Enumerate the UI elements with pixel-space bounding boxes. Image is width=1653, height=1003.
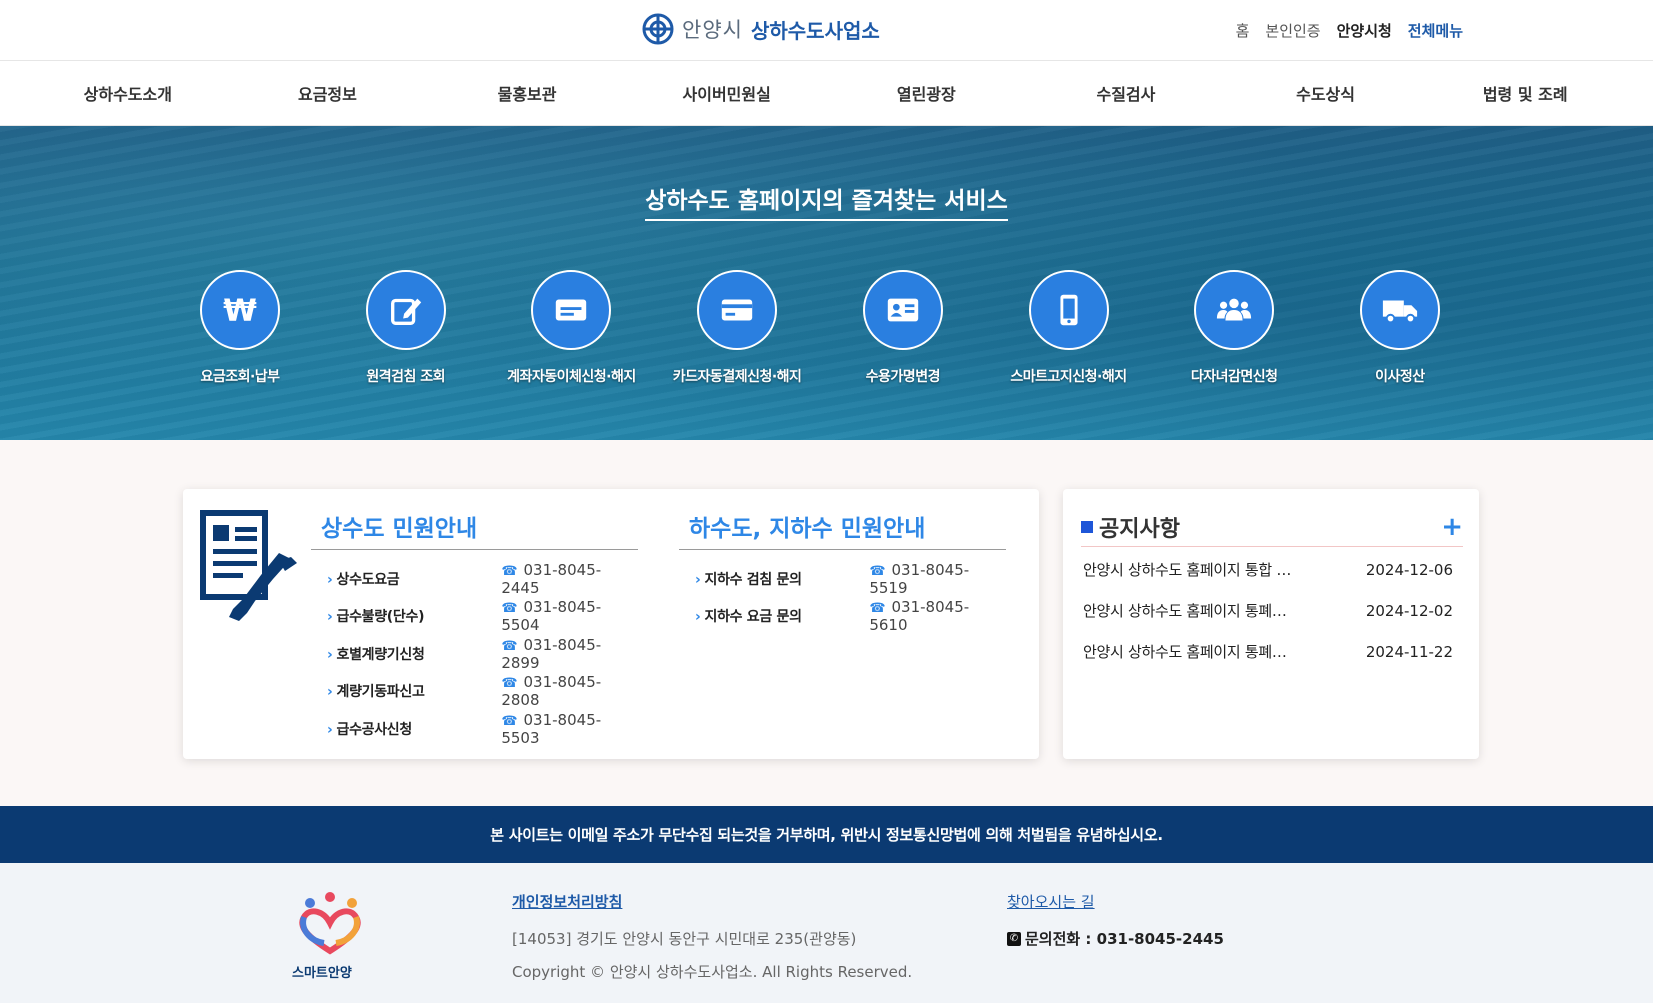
- service-account-transfer[interactable]: 계좌자동이체신청·해지: [491, 270, 651, 386]
- nav-item-open-square[interactable]: 열린광장: [827, 61, 1027, 125]
- main-navigation: 상하수도소개 요금정보 물홍보관 사이버민원실 열린광장 수질검사 수도상식 법…: [0, 60, 1653, 126]
- footer-address: [14053] 경기도 안양시 동안구 시민대로 235(관양동): [512, 930, 857, 948]
- truck-icon: [1382, 300, 1418, 324]
- anyang-emblem-icon: [642, 13, 674, 45]
- service-name-change[interactable]: 수용가명변경: [823, 270, 983, 386]
- service-smart-notice[interactable]: 스마트고지신청·해지: [989, 270, 1149, 386]
- svg-text:₩: ₩: [223, 293, 257, 328]
- credit-card-icon: [721, 299, 753, 321]
- phone-icon: ☎: [501, 638, 518, 654]
- civil-service-guide-card: 상수도 민원안내 상수도요금☎031-8045-2445 급수불량(단수)☎03…: [183, 489, 1039, 759]
- document-phone-icon: [200, 510, 297, 621]
- service-fee-payment[interactable]: ₩ 요금조회·납부: [160, 270, 320, 386]
- smart-anyang-emblem-icon: [299, 892, 361, 955]
- edit-icon: [390, 298, 421, 325]
- won-icon: ₩: [223, 293, 257, 328]
- water-supply-title: 상수도 민원안내: [311, 509, 638, 550]
- service-multichild-discount[interactable]: 다자녀감면신청: [1154, 270, 1314, 386]
- nav-item-intro[interactable]: 상하수도소개: [28, 61, 228, 125]
- phone-icon: ☎: [501, 563, 518, 579]
- notice-header: 공지사항 +: [1081, 507, 1463, 547]
- nav-item-law[interactable]: 법령 및 조례: [1425, 61, 1625, 125]
- list-item: 지하수 검침 문의☎031-8045-5519: [679, 560, 1006, 598]
- notice-item[interactable]: 안양시 상하수도 홈페이지 통폐… 2024-11-22: [1083, 631, 1453, 672]
- sewer-groundwater-guide: 하수도, 지하수 민원안내 지하수 검침 문의☎031-8045-5519 지하…: [679, 509, 1006, 635]
- favorite-services-banner: 상하수도 홈페이지의 즐겨찾는 서비스 ₩ 요금조회·납부 원격검침 조회 계좌…: [0, 126, 1653, 440]
- util-allmenu-link[interactable]: 전체메뉴: [1408, 20, 1463, 41]
- logo-city-name: 안양시: [682, 18, 743, 42]
- phone-icon: ☎: [501, 713, 518, 729]
- nav-item-water-knowledge[interactable]: 수도상식: [1226, 61, 1426, 125]
- notice-title: 공지사항: [1099, 516, 1180, 542]
- utility-links: 홈 본인인증 안양시청 전체메뉴: [1236, 20, 1463, 41]
- sewer-title: 하수도, 지하수 민원안내: [679, 509, 1006, 550]
- notice-item[interactable]: 안양시 상하수도 홈페이지 통폐… 2024-12-02: [1083, 590, 1453, 631]
- phone-icon: ☎: [501, 601, 518, 617]
- phone-icon: ✆: [1007, 931, 1021, 946]
- site-footer: 스마트안양 개인정보처리방침 [14053] 경기도 안양시 동안구 시민대로 …: [0, 863, 1653, 1003]
- water-supply-guide: 상수도 민원안내 상수도요금☎031-8045-2445 급수불량(단수)☎03…: [311, 509, 638, 748]
- nav-item-fee[interactable]: 요금정보: [228, 61, 428, 125]
- footer-info: 개인정보처리방침 [14053] 경기도 안양시 동안구 시민대로 235(관양…: [512, 891, 912, 982]
- nav-item-cyber[interactable]: 사이버민원실: [627, 61, 827, 125]
- list-item: 상수도요금☎031-8045-2445: [311, 560, 638, 598]
- list-item: 급수공사신청☎031-8045-5503: [311, 710, 638, 748]
- site-logo[interactable]: 안양시 상하수도사업소: [642, 13, 880, 45]
- footer-copyright: Copyright © 안양시 상하수도사업소. All Rights Rese…: [512, 963, 913, 981]
- email-collection-notice: 본 사이트는 이메일 주소가 무단수집 되는것을 거부하며, 위반시 정보통신망…: [0, 806, 1653, 863]
- notice-more-button[interactable]: +: [1441, 514, 1463, 540]
- util-home-link[interactable]: 홈: [1236, 20, 1250, 41]
- top-header: 안양시 상하수도사업소 홈 본인인증 안양시청 전체메뉴: [0, 0, 1653, 60]
- notice-item[interactable]: 안양시 상하수도 홈페이지 통합 … 2024-12-06: [1083, 549, 1453, 590]
- main-content: 상수도 민원안내 상수도요금☎031-8045-2445 급수불량(단수)☎03…: [0, 440, 1653, 806]
- nav-item-pr[interactable]: 물홍보관: [427, 61, 627, 125]
- list-item: 급수불량(단수)☎031-8045-5504: [311, 598, 638, 636]
- phone-icon: ☎: [501, 676, 518, 692]
- service-move-settlement[interactable]: 이사정산: [1320, 270, 1480, 386]
- nav-item-water-quality[interactable]: 수질검사: [1026, 61, 1226, 125]
- util-auth-link[interactable]: 본인인증: [1265, 20, 1320, 41]
- smart-anyang-logo: 스마트안양: [290, 889, 380, 981]
- util-cityhall-link[interactable]: 안양시청: [1337, 20, 1392, 41]
- service-card-payment[interactable]: 카드자동결제신청·해지: [657, 270, 817, 386]
- square-bullet-icon: [1081, 520, 1093, 533]
- phone-icon: ☎: [869, 601, 886, 617]
- service-remote-meter[interactable]: 원격검침 조회: [326, 270, 486, 386]
- hero-title: 상하수도 홈페이지의 즐겨찾는 서비스: [645, 181, 1008, 221]
- notice-board-card: 공지사항 + 안양시 상하수도 홈페이지 통합 … 2024-12-06 안양시 …: [1063, 489, 1479, 759]
- list-item: 지하수 요금 문의☎031-8045-5610: [679, 598, 1006, 636]
- id-card-icon: [887, 298, 919, 322]
- phone-icon: ☎: [869, 563, 886, 579]
- list-item: 호별계량기신청☎031-8045-2899: [311, 635, 638, 673]
- directions-link[interactable]: 찾아오시는 길: [1007, 891, 1224, 912]
- footer-phone: ✆ 문의전화 : 031-8045-2445: [1007, 928, 1224, 949]
- service-list: ₩ 요금조회·납부 원격검침 조회 계좌자동이체신청·해지 카드자동결제신청·해…: [160, 270, 1480, 386]
- list-item: 계량기동파신고☎031-8045-2808: [311, 673, 638, 711]
- privacy-policy-link[interactable]: 개인정보처리방침: [512, 891, 912, 912]
- footer-contact: 찾아오시는 길 ✆ 문의전화 : 031-8045-2445: [1007, 891, 1224, 949]
- users-icon: [1217, 298, 1252, 321]
- logo-dept-name: 상하수도사업소: [750, 18, 880, 43]
- account-card-icon: [556, 299, 587, 321]
- smartphone-icon: [1059, 294, 1078, 326]
